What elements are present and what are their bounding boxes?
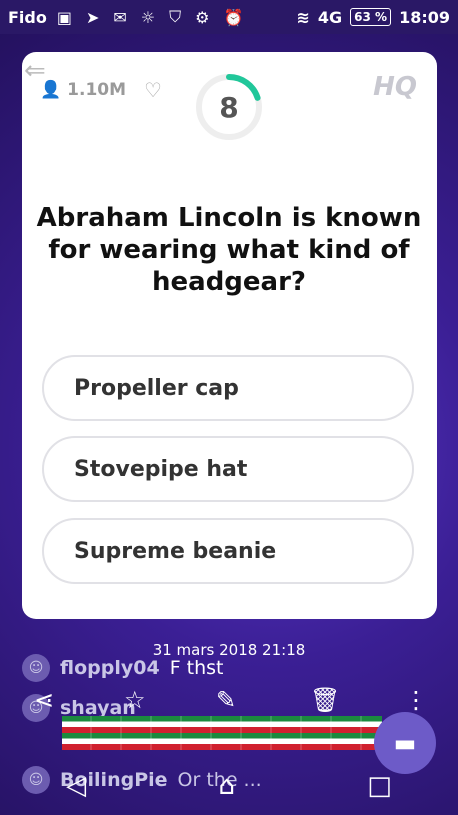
chat-message: ☺ flopply04 F thst <box>22 654 224 682</box>
countdown-timer: 8 <box>194 72 264 142</box>
back-arrow-icon[interactable]: ⇐ <box>24 56 46 86</box>
hq-logo: HQ <box>373 72 417 102</box>
share-icon[interactable]: ⋖ <box>34 686 54 714</box>
network-label: 4G <box>317 7 343 27</box>
viewer-count: 👤 1.10M ♡ <box>40 78 162 102</box>
chat-username: flopply04 <box>60 657 160 679</box>
question-card: 👤 1.10M ♡ 8 HQ Abraham Lincoln is known … <box>22 52 437 619</box>
wifi-icon: ≋ <box>296 7 310 27</box>
mail-icon: ✉ <box>113 7 127 27</box>
notification-icons: ▣ ➤ ✉ ☼ ⛉ ⚙ ⏰ <box>57 7 297 27</box>
battery-badge: 63 % <box>350 8 392 26</box>
carrier-label: Fido <box>8 7 47 27</box>
chat-bubble-icon: ▬ <box>393 729 417 757</box>
answer-option-3[interactable]: Supreme beanie <box>42 518 414 584</box>
notification-icon: ▣ <box>56 7 72 27</box>
timer-value: 8 <box>219 90 239 124</box>
back-icon[interactable]: ◁ <box>66 771 86 801</box>
viewer-count-label: 1.10M <box>67 80 127 100</box>
chat-text: F thst <box>169 657 224 679</box>
system-nav-bar: ◁ ⌂ □ <box>0 757 458 815</box>
heart-icon[interactable]: ♡ <box>144 78 162 102</box>
bulb-icon: ☼ <box>140 7 156 27</box>
shield-icon: ⛉ <box>169 7 182 26</box>
answer-option-1[interactable]: Propeller cap <box>42 355 414 421</box>
trash-icon[interactable]: 🗑 <box>310 686 340 714</box>
answer-option-2[interactable]: Stovepipe hat <box>42 436 414 502</box>
recents-icon[interactable]: □ <box>367 771 392 801</box>
more-options-icon[interactable]: ⋮ <box>404 686 428 714</box>
edit-icon[interactable]: ✎ <box>216 686 236 714</box>
question-text: Abraham Lincoln is known for wearing wha… <box>36 203 422 297</box>
android-icon: ⚙ <box>195 7 210 27</box>
status-bar: Fido ▣ ➤ ✉ ☼ ⛉ ⚙ ⏰ ≋ 4G 63 % 18:09 <box>0 0 458 34</box>
alarm-icon: ⏰ <box>223 7 244 27</box>
star-icon[interactable]: ☆ <box>124 686 146 714</box>
avatar: ☺ <box>22 654 50 682</box>
clock: 18:09 <box>399 7 450 27</box>
send-icon: ➤ <box>85 7 100 27</box>
home-icon[interactable]: ⌂ <box>218 771 235 801</box>
